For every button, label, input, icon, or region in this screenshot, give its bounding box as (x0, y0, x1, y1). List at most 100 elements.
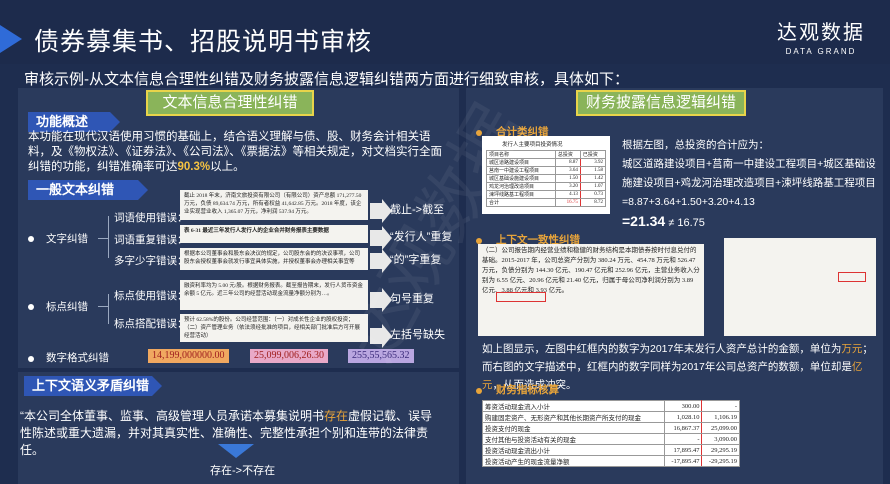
table-row: 投资支付的现金 16,867.37 25,099.00 (482, 422, 740, 434)
table-cell: 25,099.00 (701, 422, 740, 434)
top-bar: 债券募集书、招股说明书审核 达观数据 DATA GRAND (0, 0, 890, 64)
number-box-1: 14,199,000000.00 (148, 349, 229, 363)
table-cell: 8.72 (579, 198, 607, 207)
ctx-desc-pre: 如上图显示，左图中红框内的数字为2017年末发行人资产总计的金额，单位为 (482, 343, 842, 355)
table-header-row: 项目名称 总投资 已投资 (486, 150, 607, 159)
doc-snippet-2: 表 6-31 最近三年发行人发行人的企业合并财务报表主要数据 (180, 225, 368, 243)
table-row: 城区基础设施建设项目 1.50 1.42 (486, 174, 607, 183)
table-cell: 3.92 (579, 158, 607, 167)
table-cell: 0.73 (579, 190, 607, 199)
red-highlight-box (496, 292, 546, 302)
fix-label-5: 左括号缺失 (390, 329, 445, 341)
punct-error-label: 标点纠错 (46, 301, 88, 313)
word-usage-label: 词语使用错误： (114, 212, 188, 224)
table-cell: 3,090.00 (701, 433, 740, 445)
table-header-cell: 已投资 (579, 150, 607, 159)
table-row: 购建固定资产、无形资产和其他长期资产所支付的现金 1,028.10 1,106.19 (482, 411, 740, 423)
table-row: 莒南一中建设工程项目 3.64 1.58 (486, 166, 607, 175)
table-cell: -29,295.19 (701, 455, 740, 467)
word-error-label: 文字纠错 (46, 233, 88, 245)
table-cell: 鸡龙河治理改造项目 (486, 182, 556, 191)
table-cell: 投资支付的现金 (482, 422, 665, 434)
punct-usage-label: 标点使用错误： (114, 290, 188, 302)
number-box-2: 25,099,006,26.30 (250, 349, 328, 363)
table-row: 支付其他与投资活动有关的现金 -3,090.00 (482, 433, 740, 445)
table-cell: 莒南一中建设工程项目 (486, 166, 556, 175)
table-cell: 1.07 (579, 182, 607, 191)
arrow-icon (370, 199, 392, 223)
fix-label-2: “发行人”重复 (390, 231, 453, 243)
bracket-line (108, 216, 109, 258)
table-row: 城区道路建设项目 8.87 3.92 (486, 158, 607, 167)
table-row: 投资活动现金流出小计 17,895.47 29,295.19 (482, 444, 740, 456)
right-panel-header: 财务披露信息逻辑纠错 (576, 90, 746, 116)
company-logo: 达观数据 DATA GRAND (775, 16, 867, 56)
table-cell: 投资活动现金流出小计 (482, 444, 665, 456)
left-panel-header: 文本信息合理性纠错 (146, 90, 314, 116)
word-repeat-label: 词语重复错误： (114, 234, 188, 246)
table-cell: - (701, 400, 740, 412)
table-cell: 8.87 (554, 158, 581, 167)
bullet-icon (28, 356, 34, 362)
table-cell: -17,895.47 (663, 455, 703, 467)
table-cell: - (663, 433, 703, 445)
bracket-line (108, 294, 109, 324)
punct-match-label: 标点搭配错误： (114, 318, 188, 330)
doc-snippet-1: 截止 2018 年末，济南文旅投资有限公司（有限公司）资产总额 171,277.… (180, 190, 368, 220)
fix-label-4: 句号重复 (390, 293, 434, 305)
overview-title: 功能概述 (28, 112, 120, 132)
context-title: 上下文语义矛盾纠错 (24, 376, 162, 396)
calc-intro: 根据左图，总投资的合计应为： (622, 139, 769, 151)
general-title: 一般文本纠错 (28, 180, 148, 200)
table-cell: 1.50 (554, 174, 581, 183)
quote-pre: “本公司全体董事、监事、高级管理人员承诺本募集说明书 (20, 409, 324, 423)
table-row: 投资活动产生的现金流量净额 -17,895.47 -29,295.19 (482, 455, 740, 467)
connector-line (98, 238, 108, 239)
number-format-label: 数字格式纠错 (46, 352, 109, 364)
down-arrow-icon (218, 444, 254, 458)
calc-sum: =8.87+3.64+1.50+3.20+4.13 (622, 196, 755, 208)
table-cell: 3.20 (554, 182, 581, 191)
table-cell: 1.58 (579, 166, 607, 175)
table-cell: 1,106.19 (701, 411, 740, 423)
doc-snippet-3: 根据本公司董事会和股东会决议的规定，公司股东会的的决议事项，公司股东会授权董事会… (180, 248, 368, 270)
indicator-title: 财务指标核算 (496, 384, 559, 396)
bullet-icon (476, 388, 482, 394)
table-cell: 16.75 (554, 198, 581, 207)
bullet-icon (28, 304, 34, 310)
table1-title: 发行人主要项目投资情况 (502, 142, 563, 148)
table-cell: 涑坪线路基工程项目 (486, 190, 556, 199)
table-header-cell: 项目名称 (486, 150, 556, 159)
table-row: 筹资活动现金流入小计 300.00- (482, 400, 740, 412)
fix-label-1: 截止->截至 (390, 204, 445, 216)
calc-result: =21.34 (622, 213, 666, 229)
table-header-cell: 总投资 (554, 150, 581, 159)
overview-text: 本功能在现代汉语使用习惯的基础上，结合语义理解与债、股、财务会计相关语料，及《物… (28, 130, 453, 175)
overview-rate: 90.3% (177, 161, 211, 173)
table-row: 鸡龙河治理改造项目 3.20 1.07 (486, 182, 607, 191)
table-row: 合计 16.75 8.72 (486, 198, 607, 207)
left-panel: 文本信息合理性纠错 功能概述 本功能在现代汉语使用习惯的基础上，结合语义理解与债… (18, 88, 459, 368)
ctx-unit1: 万元 (841, 343, 863, 355)
table-cell: 1,028.10 (663, 411, 703, 423)
table1: 项目名称 总投资 已投资 城区道路建设项目 8.87 3.92 莒南一中建设工程项目 3.64… (486, 150, 607, 207)
context-doc-2 (724, 238, 876, 336)
table-cell: 3.64 (554, 166, 581, 175)
table-cell: 城区基础设施建设项目 (486, 174, 556, 183)
fix-label-3: “的”字重复 (390, 254, 442, 266)
logo-en: DATA GRAND (785, 47, 857, 56)
calc-items: 城区道路建设项目+莒南一中建设工程项目+城区基础设施建设项目+鸡龙河治理改造项目… (622, 158, 876, 189)
table-cell: 300.00 (663, 400, 703, 412)
table-cell: 1.42 (579, 174, 607, 183)
table-row: 涑坪线路基工程项目 4.13 0.73 (486, 190, 607, 199)
overview-post: 以上。 (210, 161, 245, 173)
table-cell: 16,867.37 (663, 422, 703, 434)
arrow-icon (370, 249, 392, 273)
title-triangle-icon (0, 25, 22, 53)
page-title: 债券募集书、招股说明书审核 (34, 28, 373, 56)
number-box-3: 255,55,565.32 (348, 349, 414, 363)
arrow-icon (370, 324, 392, 348)
table-cell: 筹资活动现金流入小计 (482, 400, 665, 412)
bullet-icon (28, 236, 34, 242)
right-panel: 财务披露信息逻辑纠错 合计类纠错 发行人主要项目投资情况 项目名称 总投资 已投资城… (466, 88, 883, 484)
